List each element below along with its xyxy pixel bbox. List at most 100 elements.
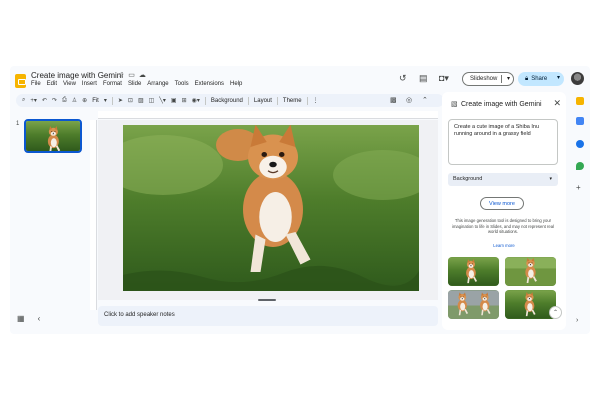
divider [501,75,502,83]
zoom-icon[interactable]: ⊕ [82,97,87,104]
generated-image[interactable] [505,290,556,319]
divider [247,96,249,105]
meet-icon[interactable]: ◘▾ [439,73,449,84]
document-title[interactable]: Create image with Gemini [31,71,123,80]
thumbnail-image [26,121,80,151]
redo-icon[interactable]: ↷ [52,97,57,104]
disclaimer-text: This image generation tool is designed t… [452,218,554,234]
new-slide-icon[interactable]: +▾ [30,97,37,104]
slide-number: 1 [16,121,20,127]
zoom-select[interactable]: Fit [92,98,99,104]
slides-app: Create image with Gemini ☆ ▭ ☁ File Edit… [10,66,590,334]
menu-edit[interactable]: Edit [47,81,57,87]
scroll-up-button[interactable]: ⌃ [549,306,562,319]
menu-tools[interactable]: Tools [175,81,189,87]
generated-image[interactable] [448,257,499,286]
style-select-value: Background [453,176,483,182]
search-menus-icon[interactable]: ⌕ [22,97,25,104]
lock-icon: 🔒︎ [525,75,529,82]
vertical-ruler [90,120,97,310]
text-box-icon[interactable]: ⊡ [128,97,133,104]
undo-icon[interactable]: ↶ [42,97,47,104]
slideshow-button[interactable]: Slideshow ▾ [462,72,514,86]
contacts-icon[interactable] [576,140,584,148]
style-select[interactable]: Background ▾ [448,173,558,186]
divider [111,96,113,105]
chevron-down-icon[interactable]: ▾ [557,74,560,81]
add-addon-icon[interactable]: + [576,184,584,192]
generated-image[interactable] [448,290,499,319]
view-more-button[interactable]: View more [480,197,524,210]
generated-image[interactable] [505,257,556,286]
more-options-icon[interactable]: ⋮ [313,97,319,104]
menu-bar: File Edit View Insert Format Slide Arran… [31,81,242,87]
menu-arrange[interactable]: Arrange [147,81,168,87]
slide-image[interactable] [123,125,419,291]
menu-format[interactable]: Format [103,81,122,87]
divider [306,96,308,105]
title-actions: ☆ ▭ ☁ [118,71,146,79]
notes-resize-handle[interactable] [258,299,276,301]
chevron-up-icon[interactable]: ⌃ [422,96,428,104]
image-icon[interactable]: ▨ [138,97,144,104]
comment-add-icon[interactable]: ▣ [171,97,177,104]
menu-view[interactable]: View [63,81,76,87]
star-icon[interactable]: ☆ [118,71,124,79]
line-icon[interactable]: ╲▾ [159,97,166,104]
chevron-left-icon[interactable]: ‹ [38,314,41,323]
paint-format-icon[interactable]: ♙ [72,97,77,104]
chevron-down-icon: ▾ [549,176,552,182]
chevron-up-icon: ⌃ [552,310,559,316]
speaker-notes[interactable]: Click to add speaker notes [98,306,438,326]
generated-image-4 [505,290,556,319]
horizontal-ruler [98,111,438,119]
menu-help[interactable]: Help [230,81,242,87]
menu-slide[interactable]: Slide [128,81,141,87]
menu-extensions[interactable]: Extensions [195,81,224,87]
print-icon[interactable]: ⎙ [62,97,67,104]
maps-icon[interactable] [576,162,584,170]
generated-image-3 [448,290,499,319]
filmstrip-controls: ▦ ‹ [17,314,40,323]
theme-button[interactable]: Theme [283,98,302,104]
cloud-status-icon[interactable]: ☁ [139,71,146,79]
slide-thumbnail[interactable] [24,119,82,153]
shape-icon[interactable]: ◫ [149,97,155,104]
move-folder-icon[interactable]: ▭ [128,71,135,79]
generated-image-2 [505,257,556,286]
gemini-icon[interactable]: ◎ [406,96,412,104]
shiba-inu-photo [123,125,419,291]
insert-comment-icon[interactable]: ⊞ [182,97,187,104]
image-generate-icon: ▧ [451,101,458,108]
prompt-input[interactable]: Create a cute image of a Shiba Inu runni… [448,119,558,165]
tasks-icon[interactable] [576,117,584,125]
grid-view-icon[interactable]: ▦ [17,314,25,323]
slides-logo-icon[interactable] [15,74,26,88]
gemini-side-panel: ▧ Create image with Gemini ✕ Create a cu… [442,92,566,330]
menu-file[interactable]: File [31,81,41,87]
avatar[interactable] [571,72,584,85]
select-cursor-icon[interactable]: ➤ [118,97,123,104]
share-label: Share [531,76,548,82]
slideshow-label: Slideshow [470,76,498,82]
keep-icon[interactable] [576,97,584,105]
menu-insert[interactable]: Insert [82,81,97,87]
learn-more-link[interactable]: Learn more [442,243,566,248]
chevron-right-icon[interactable]: › [576,317,578,324]
slide-canvas [98,120,438,300]
chevron-down-icon[interactable]: ▾ [104,97,107,104]
layout-button[interactable]: Layout [254,98,272,104]
panel-title: Create image with Gemini [461,101,542,108]
chevron-down-icon[interactable]: ▾ [507,75,510,82]
divider [276,96,278,105]
background-button[interactable]: Background [211,98,243,104]
version-history-icon[interactable]: ↺ [399,73,407,84]
close-icon[interactable]: ✕ [553,98,561,109]
image-options-icon[interactable]: ▩ [390,96,397,104]
generated-image-1 [448,257,499,286]
divider [204,96,206,105]
toolbar: ⌕ +▾ ↶ ↷ ⎙ ♙ ⊕ Fit ▾ ➤ ⊡ ▨ ◫ ╲▾ ▣ ⊞ ◉▾ B… [16,94,444,107]
comments-icon[interactable]: ▤ [419,73,428,84]
fill-color-icon[interactable]: ◉▾ [192,97,200,104]
share-button[interactable]: 🔒︎ Share ▾ [518,72,564,86]
